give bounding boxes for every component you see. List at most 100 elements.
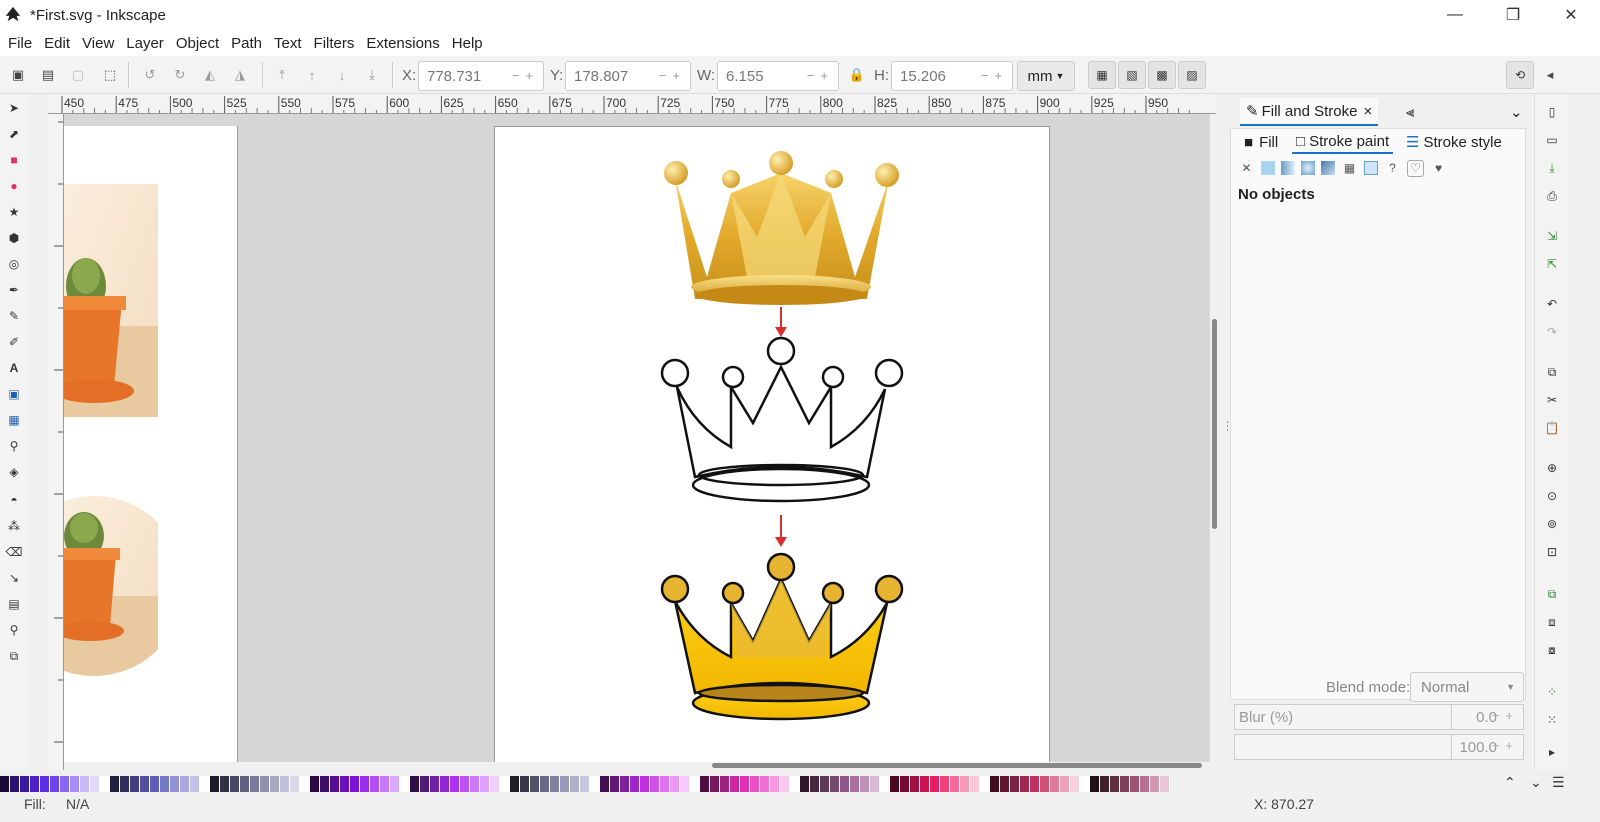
palette-swatch[interactable] — [820, 776, 830, 792]
palette-swatch[interactable] — [20, 776, 30, 792]
palette-swatch[interactable] — [270, 776, 280, 792]
tab-fill-and-stroke[interactable]: ✎ Fill and Stroke × — [1240, 98, 1379, 126]
palette-swatch[interactable] — [690, 776, 700, 792]
palette-swatch[interactable] — [1140, 776, 1150, 792]
export-icon[interactable]: ⇱ — [1542, 254, 1562, 274]
scale-stroke-button[interactable]: ▦ — [1088, 61, 1116, 89]
palette-swatch[interactable] — [460, 776, 470, 792]
palette-swatch[interactable] — [170, 776, 180, 792]
menu-help[interactable]: Help — [446, 35, 489, 52]
clone-icon[interactable]: ⧈ — [1542, 612, 1562, 632]
select-all-layers-icon[interactable]: ▤ — [38, 65, 58, 85]
palette-swatch[interactable] — [670, 776, 680, 792]
palette-swatch[interactable] — [300, 776, 310, 792]
palette-swatch[interactable] — [340, 776, 350, 792]
palette-swatch[interactable] — [630, 776, 640, 792]
opacity-value[interactable]: 100.0 — [1453, 739, 1497, 756]
blur-stepper[interactable]: −+ — [1492, 708, 1519, 723]
palette-swatch[interactable] — [870, 776, 880, 792]
lower-bottom-icon[interactable]: ⤓ — [362, 65, 382, 85]
palette-swatch[interactable] — [610, 776, 620, 792]
palette-swatch[interactable] — [1130, 776, 1140, 792]
palette-swatch[interactable] — [240, 776, 250, 792]
palette-swatch[interactable] — [410, 776, 420, 792]
palette-swatch[interactable] — [1070, 776, 1080, 792]
outline-crown[interactable] — [660, 336, 904, 503]
palette-swatch[interactable] — [0, 776, 10, 792]
palette-swatch[interactable] — [720, 776, 730, 792]
palette-swatch[interactable] — [230, 776, 240, 792]
palette-swatch[interactable] — [560, 776, 570, 792]
palette-swatch[interactable] — [890, 776, 900, 792]
paste-icon[interactable]: 📋 — [1542, 418, 1562, 438]
tab-align-icon[interactable]: ⫷ — [1400, 98, 1420, 126]
zoom-tool-icon[interactable]: ⚲ — [4, 620, 24, 640]
cactus-images[interactable] — [64, 126, 238, 762]
blur-field[interactable]: Blur (%) 0.0 −+ — [1234, 704, 1524, 730]
palette-swatch[interactable] — [380, 776, 390, 792]
flat-gold-crown[interactable] — [660, 552, 904, 721]
palette-swatch[interactable] — [580, 776, 590, 792]
pencil-tool-icon[interactable]: ✎ — [4, 306, 24, 326]
palette-swatch[interactable] — [660, 776, 670, 792]
more-commands-icon[interactable]: ▸ — [1542, 742, 1562, 762]
palette-swatch[interactable] — [750, 776, 760, 792]
redo-icon[interactable]: ↷ — [1542, 322, 1562, 342]
crown-artwork[interactable] — [495, 127, 1051, 762]
palette-swatch[interactable] — [1120, 776, 1130, 792]
w-spinbox[interactable]: −+ — [717, 61, 839, 91]
palette-swatch[interactable] — [650, 776, 660, 792]
x-stepper[interactable]: −+ — [512, 68, 539, 83]
palette-swatch[interactable] — [1000, 776, 1010, 792]
horizontal-scroll-thumb[interactable] — [712, 763, 1202, 768]
tweak-tool-icon[interactable]: ◓ — [4, 490, 24, 510]
palette-swatch[interactable] — [730, 776, 740, 792]
palette-swatch[interactable] — [500, 776, 510, 792]
mesh-gradient-icon[interactable] — [1321, 161, 1335, 175]
tab-close-icon[interactable]: × — [1363, 103, 1372, 120]
palette-swatch[interactable] — [1020, 776, 1030, 792]
subtab-stroke-style[interactable]: ☰ Stroke style — [1406, 130, 1502, 154]
palette-swatch[interactable] — [840, 776, 850, 792]
maximize-button[interactable]: ❐ — [1484, 0, 1542, 30]
palette-swatch[interactable] — [960, 776, 970, 792]
palette-swatch[interactable] — [440, 776, 450, 792]
palette-swatch[interactable] — [830, 776, 840, 792]
no-paint-icon[interactable]: ✕ — [1238, 160, 1255, 177]
blend-mode-select[interactable]: Normal ▼ — [1410, 672, 1524, 702]
palette-swatch[interactable] — [710, 776, 720, 792]
menu-object[interactable]: Object — [170, 35, 225, 52]
minimize-button[interactable]: — — [1426, 0, 1484, 30]
palette-swatch[interactable] — [210, 776, 220, 792]
palette-swatch[interactable] — [160, 776, 170, 792]
palette-swatch[interactable] — [320, 776, 330, 792]
subtab-stroke-paint[interactable]: □ Stroke paint — [1292, 130, 1394, 154]
palette-swatch[interactable] — [790, 776, 800, 792]
spiral-tool-icon[interactable]: ◎ — [4, 254, 24, 274]
h-stepper[interactable]: −+ — [981, 68, 1008, 83]
palette-swatch[interactable] — [220, 776, 230, 792]
select-same-icon[interactable]: ⬚ — [100, 65, 120, 85]
palette-swatch[interactable] — [350, 776, 360, 792]
palette-swatch[interactable] — [490, 776, 500, 792]
calligraphy-tool-icon[interactable]: ✐ — [4, 332, 24, 352]
vertical-scrollbar[interactable] — [1212, 114, 1218, 762]
palette-swatch[interactable] — [130, 776, 140, 792]
menu-text[interactable]: Text — [268, 35, 308, 52]
rotate-ccw-icon[interactable]: ↺ — [140, 65, 160, 85]
palette-swatch[interactable] — [1090, 776, 1100, 792]
palette-swatch[interactable] — [370, 776, 380, 792]
palette-swatch[interactable] — [70, 776, 80, 792]
palette-swatch[interactable] — [700, 776, 710, 792]
palette-swatch[interactable] — [950, 776, 960, 792]
palette-swatch[interactable] — [470, 776, 480, 792]
snap-menu-icon[interactable]: ◂ — [1540, 65, 1560, 85]
scale-corners-button[interactable]: ▧ — [1118, 61, 1146, 89]
pen-tool-icon[interactable]: ✒ — [4, 280, 24, 300]
unlink-clone-icon[interactable]: ⧇ — [1542, 640, 1562, 660]
palette-swatch[interactable] — [310, 776, 320, 792]
color-palette[interactable] — [0, 776, 1600, 792]
paint-bucket-tool-icon[interactable]: ◈ — [4, 462, 24, 482]
palette-swatch[interactable] — [260, 776, 270, 792]
page-left[interactable] — [64, 126, 238, 762]
